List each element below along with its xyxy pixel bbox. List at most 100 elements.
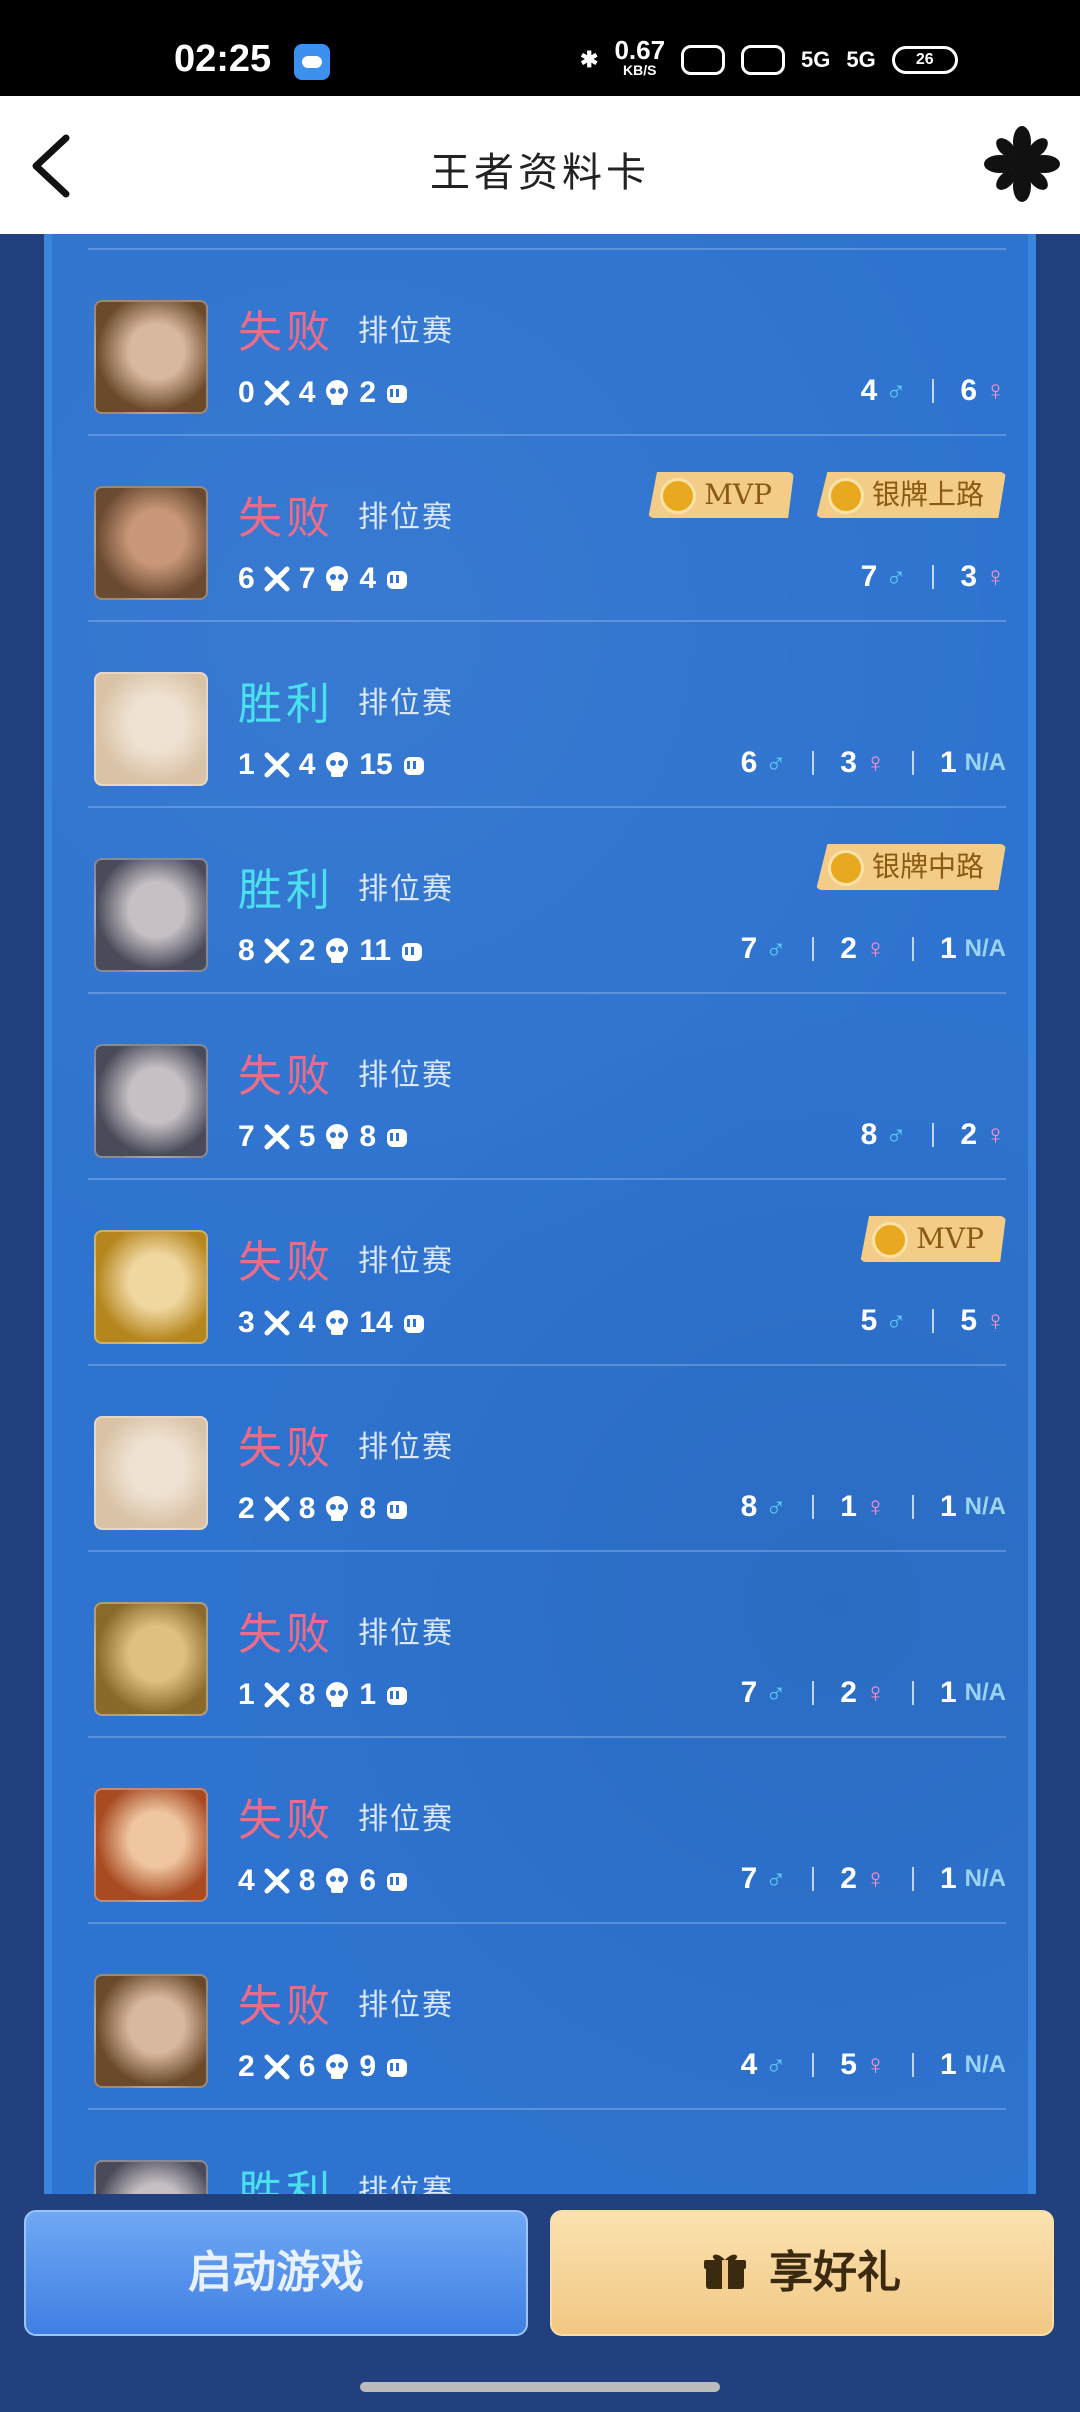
match-row[interactable]: 失败 排位赛 6 7 4 MVP 银牌上路 7 ♂ 3 ♀ [88, 434, 1006, 620]
female-count: 1 [840, 1490, 857, 1523]
match-mode: 排位赛 [358, 500, 454, 535]
assists-value: 8 [359, 1120, 377, 1153]
assist-fist-icon [387, 1687, 408, 1705]
kills-value: 2 [238, 1492, 255, 1525]
female-count: 3 [960, 560, 977, 593]
female-icon: ♀ [985, 375, 1006, 406]
kills-value: 4 [238, 1864, 255, 1897]
deaths-value: 8 [298, 1492, 316, 1525]
female-icon: ♀ [864, 1677, 886, 1708]
match-mode: 排位赛 [358, 1802, 454, 1837]
deaths-value: 6 [298, 2050, 316, 2083]
match-row[interactable]: 失败 排位赛 7 5 8 8 ♂ 2 ♀ [88, 992, 1006, 1178]
network-speed: 0.67 KB/S [614, 37, 665, 80]
match-mode: 排位赛 [358, 686, 454, 721]
more-button[interactable] [980, 124, 1064, 208]
match-row[interactable]: 失败 排位赛 0 4 2 4 ♂ 6 ♀ [88, 248, 1006, 434]
assists-value: 11 [359, 934, 392, 967]
divider [812, 1681, 815, 1705]
badge-list: MVP 银牌上路 [648, 472, 1006, 518]
launch-game-button[interactable]: 启动游戏 [24, 2210, 528, 2336]
match-row[interactable]: 胜利 排位赛 8 2 11 银牌中路 7 ♂ 2 ♀ 1 N/A [88, 806, 1006, 992]
match-row[interactable]: 失败 排位赛 3 4 14 MVP 5 ♂ 5 ♀ [88, 1178, 1006, 1364]
badge-label: 银牌上路 [871, 478, 984, 511]
match-row[interactable]: 失败 排位赛 1 8 1 7 ♂ 2 ♀ 1 N/A [88, 1550, 1006, 1736]
death-skull-icon [326, 566, 349, 591]
match-history-card: 失败 排位赛 0 4 2 4 ♂ 6 ♀ 失败 排位赛 6 7 4 MVP 银牌上路 7 ♂ 3 ♀ 胜利 排位赛 1 4 15… [44, 234, 1036, 2194]
na-label: N/A [964, 2051, 1006, 2078]
kda-stats: 7 5 8 [238, 1120, 420, 1154]
kills-value: 1 [238, 748, 255, 781]
kills-value: 1 [238, 1678, 255, 1711]
match-mode: 排位赛 [358, 1430, 454, 1465]
match-result: 失败 [238, 1423, 334, 1474]
deaths-value: 4 [298, 1306, 316, 1339]
match-row[interactable]: 失败 排位赛 2 8 8 8 ♂ 1 ♀ 1 N/A [88, 1364, 1006, 1550]
rewards-button-label: 享好礼 [769, 2247, 901, 2298]
deaths-value: 7 [298, 562, 316, 595]
battery-icon: 26 [891, 46, 958, 74]
deaths-value: 4 [298, 748, 316, 781]
badge-label: MVP [916, 1222, 984, 1255]
assist-fist-icon [387, 1501, 408, 1519]
match-result: 失败 [238, 493, 334, 544]
gift-box-icon [704, 2254, 746, 2289]
match-row[interactable]: 失败 排位赛 4 8 6 7 ♂ 2 ♀ 1 N/A [88, 1736, 1006, 1922]
hero-avatar [94, 486, 208, 600]
team-gender-stats: 8 ♂ 2 ♀ [861, 1118, 1006, 1152]
hero-avatar [94, 1044, 208, 1158]
kda-stats: 1 8 1 [238, 1678, 420, 1712]
kda-stats: 1 4 15 [238, 748, 437, 782]
kill-swords-icon [264, 2054, 290, 2080]
divider [932, 379, 935, 403]
death-skull-icon [326, 1868, 349, 1893]
na-count: 1 [939, 746, 957, 779]
male-icon: ♂ [765, 933, 787, 964]
na-count: 1 [939, 2048, 957, 2081]
match-mode: 排位赛 [358, 872, 454, 907]
match-row[interactable]: 失败 排位赛 2 6 9 4 ♂ 5 ♀ 1 N/A [88, 1922, 1006, 2108]
female-count: 5 [960, 1304, 977, 1337]
match-mode: 排位赛 [358, 314, 454, 349]
match-row[interactable]: 胜利 排位赛 [88, 2108, 1006, 2194]
na-label: N/A [964, 935, 1006, 962]
signal-icon-2: 5G [846, 47, 876, 72]
match-result: 失败 [238, 1795, 334, 1846]
match-result: 失败 [238, 1981, 334, 2032]
kill-swords-icon [264, 1124, 290, 1150]
divider [911, 2053, 914, 2077]
male-icon: ♂ [765, 2049, 787, 2080]
app-header: 王者资料卡 [0, 96, 1080, 234]
female-count: 2 [960, 1118, 977, 1151]
bottom-action-bar: 启动游戏 享好礼 [0, 2194, 1080, 2412]
kda-stats: 6 7 4 [238, 562, 420, 596]
male-count: 7 [860, 560, 878, 593]
kda-stats: 0 4 2 [238, 376, 420, 410]
badge-label: 银牌中路 [871, 850, 984, 883]
assist-fist-icon [387, 571, 408, 589]
female-count: 5 [840, 2048, 857, 2081]
male-icon: ♂ [765, 1677, 787, 1708]
splash-menu-icon [984, 126, 1060, 202]
male-icon: ♂ [885, 375, 907, 406]
divider [812, 937, 815, 961]
weather-app-icon [294, 44, 330, 80]
rewards-button[interactable]: 享好礼 [550, 2210, 1054, 2336]
team-gender-stats: 4 ♂ 6 ♀ [861, 374, 1006, 408]
kills-value: 7 [238, 1120, 255, 1153]
divider [932, 1309, 935, 1333]
female-icon: ♀ [985, 561, 1006, 592]
status-icons: ✱ 0.67 KB/S 5G 5G 26 [580, 37, 958, 80]
assists-value: 9 [359, 2050, 377, 2083]
match-mode: 排位赛 [358, 1244, 454, 1279]
kill-swords-icon [264, 1496, 290, 1522]
match-row[interactable]: 胜利 排位赛 1 4 15 6 ♂ 3 ♀ 1 N/A [88, 620, 1006, 806]
match-result: 失败 [238, 1051, 334, 1102]
female-icon: ♀ [864, 2049, 886, 2080]
na-count: 1 [939, 932, 957, 965]
assists-value: 4 [359, 562, 377, 595]
medal-icon [872, 1222, 909, 1258]
male-count: 7 [740, 932, 758, 965]
kill-swords-icon [264, 1310, 290, 1336]
male-count: 7 [740, 1862, 758, 1895]
